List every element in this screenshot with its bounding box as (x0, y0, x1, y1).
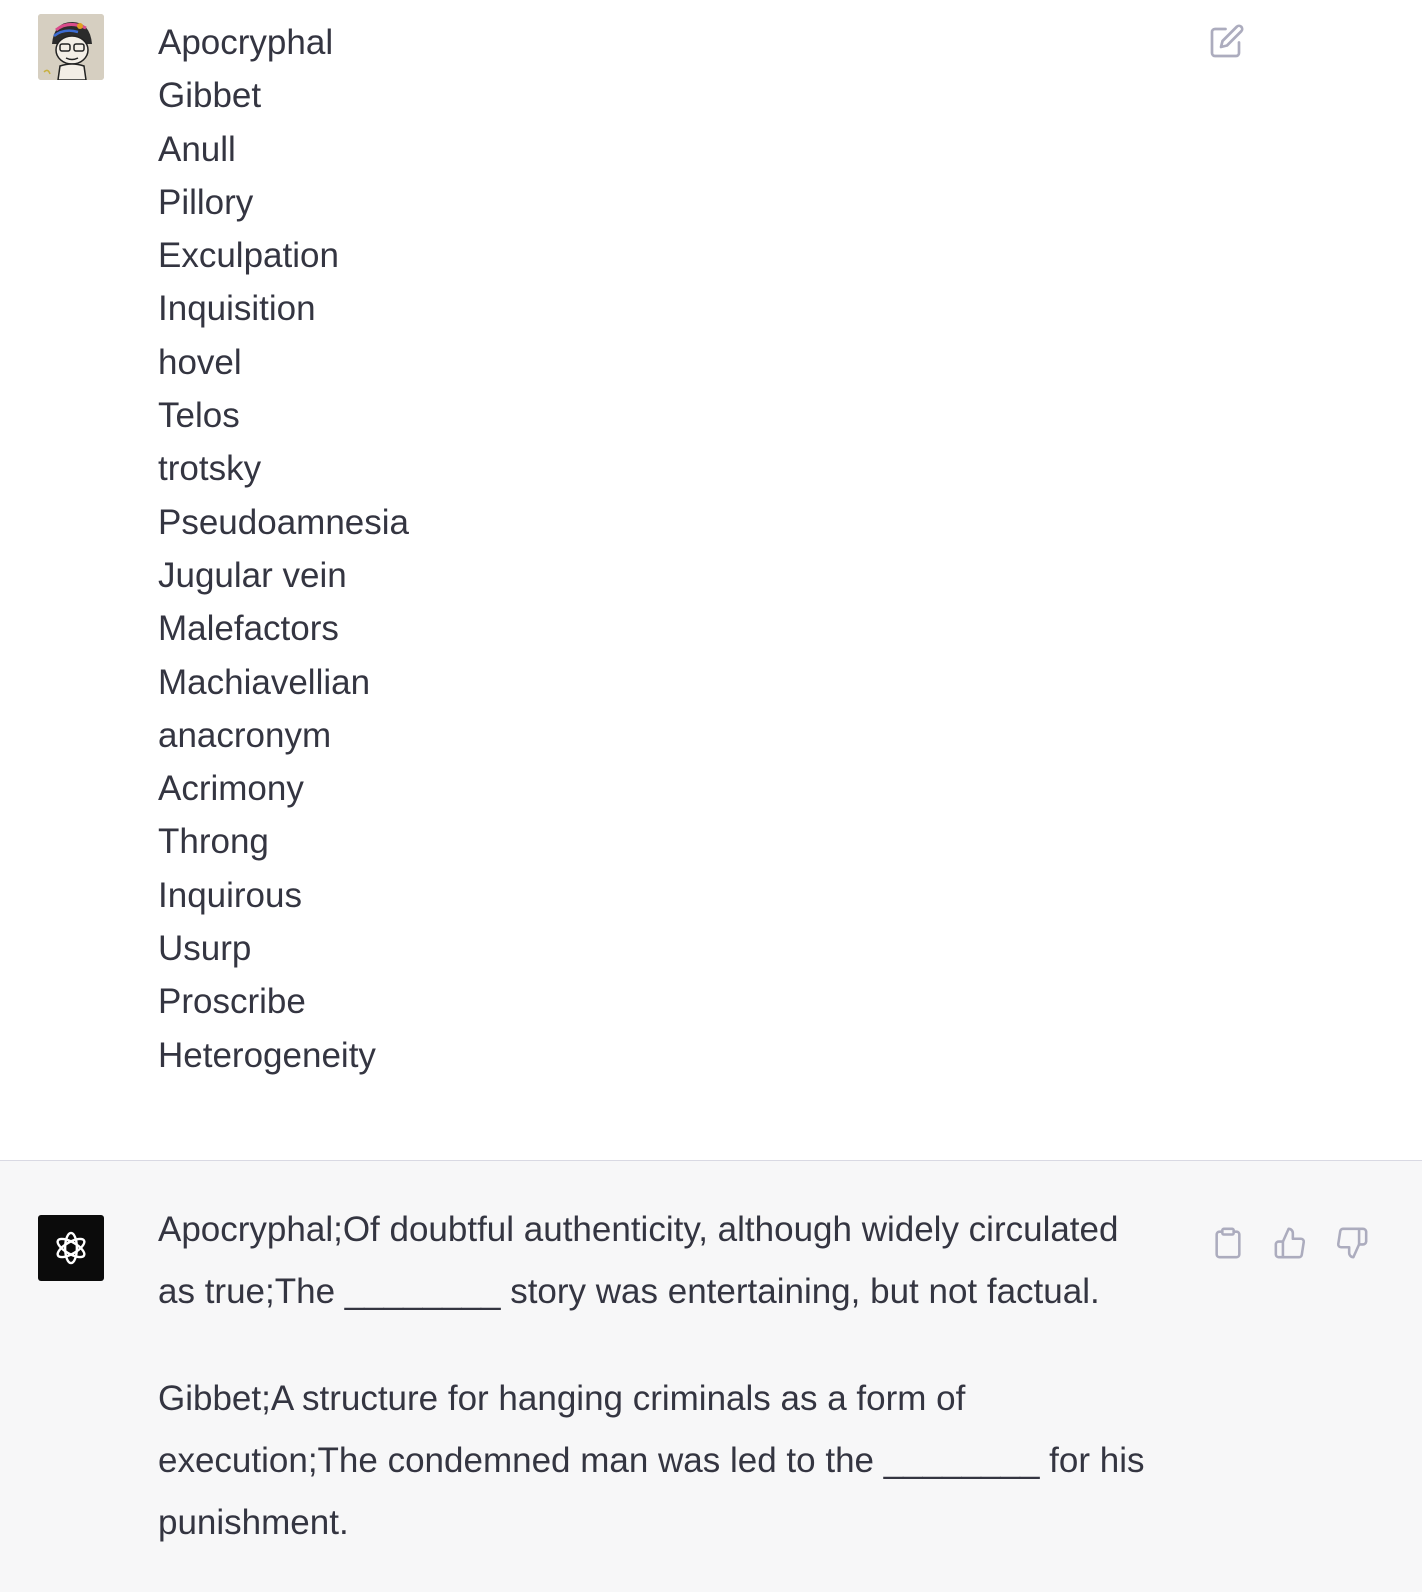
list-item: Gibbet (158, 76, 262, 116)
list-item: Acrimony (158, 769, 304, 809)
pencil-square-icon (1210, 24, 1244, 58)
thumbs-down-icon (1336, 1227, 1368, 1259)
list-item: Throng (158, 822, 269, 862)
openai-logo-icon (56, 1231, 86, 1265)
list-item: Pseudoamnesia (158, 502, 409, 542)
list-item: Usurp (158, 929, 252, 969)
assistant-avatar (38, 1215, 104, 1281)
list-item: Inquirous (158, 875, 302, 915)
list-item: Apocryphal (158, 23, 334, 62)
chat-thread: Apocryphal Gibbet Anull Pillory Exculpat… (0, 0, 1422, 1592)
thumbs-down-button[interactable] (1332, 1223, 1372, 1263)
list-item: Anull (158, 129, 236, 169)
response-paragraph: Apocryphal;Of doubtful authenticity, alt… (158, 1210, 1119, 1311)
list-item: hovel (158, 342, 242, 382)
avatar-drawing-icon (38, 14, 104, 80)
thumbs-up-icon (1274, 1227, 1306, 1259)
word-list: Apocryphal Gibbet Anull Pillory Exculpat… (158, 16, 409, 1082)
list-item: Heterogeneity (158, 1035, 376, 1075)
list-item: Machiavellian (158, 662, 371, 702)
list-item: Telos (158, 396, 240, 436)
list-item: Pillory (158, 182, 254, 222)
list-item: Proscribe (158, 982, 306, 1022)
assistant-message: Apocryphal;Of doubtful authenticity, alt… (0, 1161, 1422, 1592)
list-item: Malefactors (158, 609, 339, 649)
response-paragraph: Gibbet;A structure for hanging criminals… (158, 1379, 1145, 1542)
assistant-response: Apocryphal;Of doubtful authenticity, alt… (158, 1199, 1158, 1592)
edit-message-button[interactable] (1208, 22, 1246, 60)
list-item: Jugular vein (158, 555, 347, 595)
user-message: Apocryphal Gibbet Anull Pillory Exculpat… (0, 0, 1422, 1160)
copy-button[interactable] (1208, 1223, 1248, 1263)
list-item: Inquisition (158, 289, 316, 329)
list-item: Exculpation (158, 236, 339, 276)
list-item: trotsky (158, 449, 262, 489)
list-item: anacronym (158, 715, 332, 755)
clipboard-icon (1215, 1227, 1241, 1259)
message-actions (1208, 1223, 1372, 1263)
thumbs-up-button[interactable] (1270, 1223, 1310, 1263)
user-avatar (38, 14, 104, 80)
